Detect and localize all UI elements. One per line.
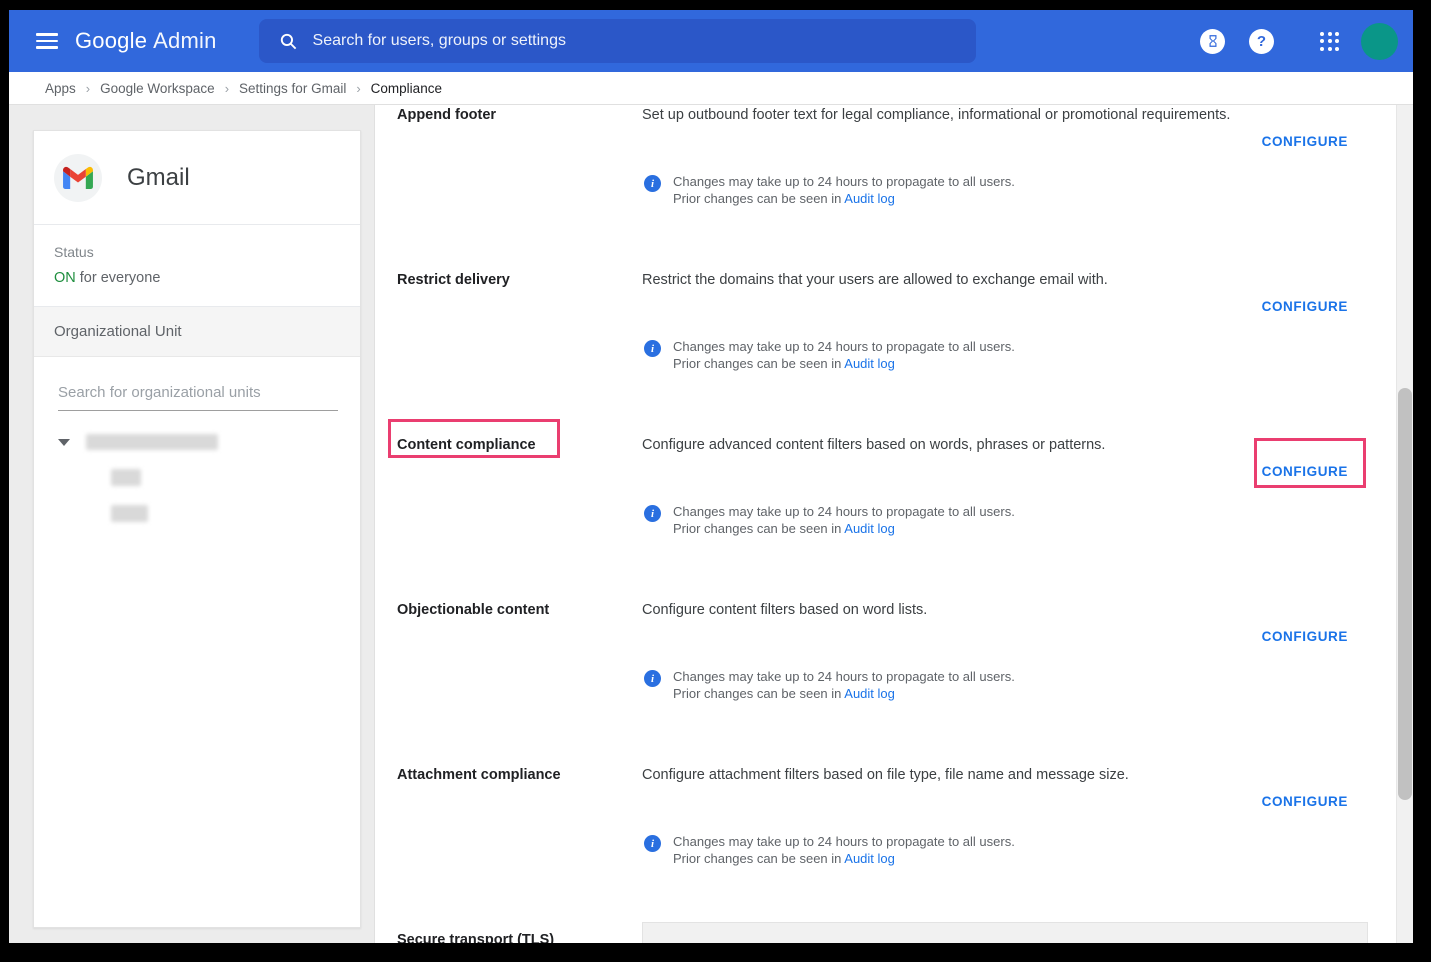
- breadcrumb-item[interactable]: Settings for Gmail: [239, 81, 346, 96]
- info-icon: i: [644, 835, 661, 852]
- org-unit-header: Organizational Unit: [34, 307, 360, 357]
- propagation-note: i Changes may take up to 24 hours to prop…: [644, 834, 1348, 867]
- audit-log-link[interactable]: Audit log: [844, 191, 895, 206]
- org-unit-search-input[interactable]: Search for organizational units: [58, 384, 338, 411]
- configure-button[interactable]: CONFIGURE: [1262, 134, 1348, 149]
- sidebar: Gmail Status ON for everyone Organizatio…: [9, 105, 375, 943]
- main-menu-icon[interactable]: [36, 33, 58, 49]
- note-text: Changes may take up to 24 hours to propa…: [673, 339, 1015, 372]
- tree-expand-arrow-icon[interactable]: [58, 439, 70, 446]
- redacted-org-name: [111, 505, 148, 522]
- propagation-note: i Changes may take up to 24 hours to prop…: [644, 669, 1348, 702]
- account-avatar[interactable]: [1361, 23, 1398, 60]
- setting-description: Configure advanced content filters based…: [642, 435, 1348, 455]
- note-text: Changes may take up to 24 hours to propa…: [673, 504, 1015, 537]
- setting-body: Configure advanced content filters based…: [642, 435, 1348, 600]
- breadcrumb-item[interactable]: Apps: [45, 81, 76, 96]
- help-icon: ?: [1257, 33, 1266, 50]
- gmail-logo-icon: [54, 154, 102, 202]
- search-icon: [279, 32, 298, 51]
- setting-name: Append footer: [397, 105, 642, 270]
- admin-console-window: GoogleAdmin Search for users, groups or …: [9, 10, 1413, 943]
- propagation-note: i Changes may take up to 24 hours to prop…: [644, 339, 1348, 372]
- setting-body: Configure attachment filters based on fi…: [642, 765, 1348, 930]
- global-search-input[interactable]: Search for users, groups or settings: [259, 19, 976, 63]
- org-unit-tree-item[interactable]: [58, 469, 360, 486]
- note-text: Changes may take up to 24 hours to propa…: [673, 834, 1015, 867]
- breadcrumb-separator-icon: ›: [356, 81, 360, 96]
- configure-button[interactable]: CONFIGURE: [1262, 299, 1348, 314]
- logo-google-text: Google: [75, 28, 147, 53]
- setting-name: Objectionable content: [397, 600, 642, 765]
- google-admin-logo[interactable]: GoogleAdmin: [75, 28, 217, 54]
- breadcrumb: Apps › Google Workspace › Settings for Gmail…: [9, 72, 1413, 105]
- info-icon: i: [644, 340, 661, 357]
- service-title: Gmail: [127, 164, 190, 192]
- hourglass-icon: [1206, 34, 1220, 48]
- status-section: Status ON for everyone: [34, 225, 360, 307]
- info-icon: i: [644, 670, 661, 687]
- status-value: ON for everyone: [54, 270, 340, 286]
- org-unit-tree-item[interactable]: [58, 505, 360, 522]
- top-app-bar: GoogleAdmin Search for users, groups or …: [9, 10, 1413, 72]
- breadcrumb-current: Compliance: [371, 81, 442, 96]
- setting-name: Secure transport (TLS) compliance: [397, 930, 642, 943]
- setting-body: [642, 930, 1348, 943]
- configure-button[interactable]: CONFIGURE: [1262, 794, 1348, 809]
- redacted-org-name: [111, 469, 141, 486]
- note-text: Changes may take up to 24 hours to propa…: [673, 174, 1015, 207]
- scrollbar-thumb[interactable]: [1398, 388, 1412, 800]
- org-unit-search-placeholder: Search for organizational units: [58, 384, 261, 401]
- org-unit-tree-item[interactable]: [58, 434, 360, 450]
- note-text: Changes may take up to 24 hours to propa…: [673, 669, 1015, 702]
- audit-log-link[interactable]: Audit log: [844, 356, 895, 371]
- info-icon: i: [644, 505, 661, 522]
- help-button[interactable]: ?: [1249, 29, 1274, 54]
- logo-admin-text: Admin: [153, 28, 216, 53]
- setting-row: Append footerSet up outbound footer text…: [397, 105, 1348, 270]
- google-apps-grid-icon[interactable]: [1320, 32, 1339, 51]
- setting-row: Secure transport (TLS) compliance: [397, 930, 1348, 943]
- search-placeholder: Search for users, groups or settings: [313, 32, 566, 50]
- audit-log-link[interactable]: Audit log: [844, 851, 895, 866]
- audit-log-link[interactable]: Audit log: [844, 686, 895, 701]
- configure-button[interactable]: CONFIGURE: [1262, 629, 1348, 644]
- setting-name: Attachment compliance: [397, 765, 642, 930]
- propagation-note: i Changes may take up to 24 hours to prop…: [644, 174, 1348, 207]
- setting-body: Restrict the domains that your users are…: [642, 270, 1348, 435]
- setting-description: Configure content filters based on word …: [642, 600, 1348, 620]
- setting-row: Objectionable contentConfigure content f…: [397, 600, 1348, 765]
- compliance-settings-list: Append footerSet up outbound footer text…: [375, 105, 1396, 943]
- status-on-badge: ON: [54, 270, 76, 286]
- breadcrumb-separator-icon: ›: [86, 81, 90, 96]
- card-header: Gmail: [34, 131, 360, 225]
- status-label: Status: [54, 244, 340, 260]
- pending-tasks-button[interactable]: [1200, 29, 1225, 54]
- setting-description: Set up outbound footer text for legal co…: [642, 105, 1348, 125]
- configure-button[interactable]: CONFIGURE: [1262, 464, 1348, 479]
- setting-name: Restrict delivery: [397, 270, 642, 435]
- setting-name: Content compliance: [397, 435, 642, 600]
- breadcrumb-separator-icon: ›: [225, 81, 229, 96]
- setting-row: Restrict deliveryRestrict the domains th…: [397, 270, 1348, 435]
- org-unit-tree: [34, 434, 360, 522]
- setting-expanded-panel: [642, 922, 1368, 943]
- vertical-scrollbar[interactable]: [1396, 105, 1413, 943]
- propagation-note: i Changes may take up to 24 hours to prop…: [644, 504, 1348, 537]
- setting-body: Configure content filters based on word …: [642, 600, 1348, 765]
- setting-row: Content complianceConfigure advanced con…: [397, 435, 1348, 600]
- redacted-org-name: [86, 434, 218, 450]
- setting-body: Set up outbound footer text for legal co…: [642, 105, 1348, 270]
- setting-row: Attachment complianceConfigure attachmen…: [397, 765, 1348, 930]
- setting-description: Configure attachment filters based on fi…: [642, 765, 1348, 785]
- info-icon: i: [644, 175, 661, 192]
- appbar-actions: ?: [1200, 23, 1413, 60]
- setting-description: Restrict the domains that your users are…: [642, 270, 1348, 290]
- audit-log-link[interactable]: Audit log: [844, 521, 895, 536]
- breadcrumb-item[interactable]: Google Workspace: [100, 81, 215, 96]
- gmail-service-card: Gmail Status ON for everyone Organizatio…: [33, 130, 361, 928]
